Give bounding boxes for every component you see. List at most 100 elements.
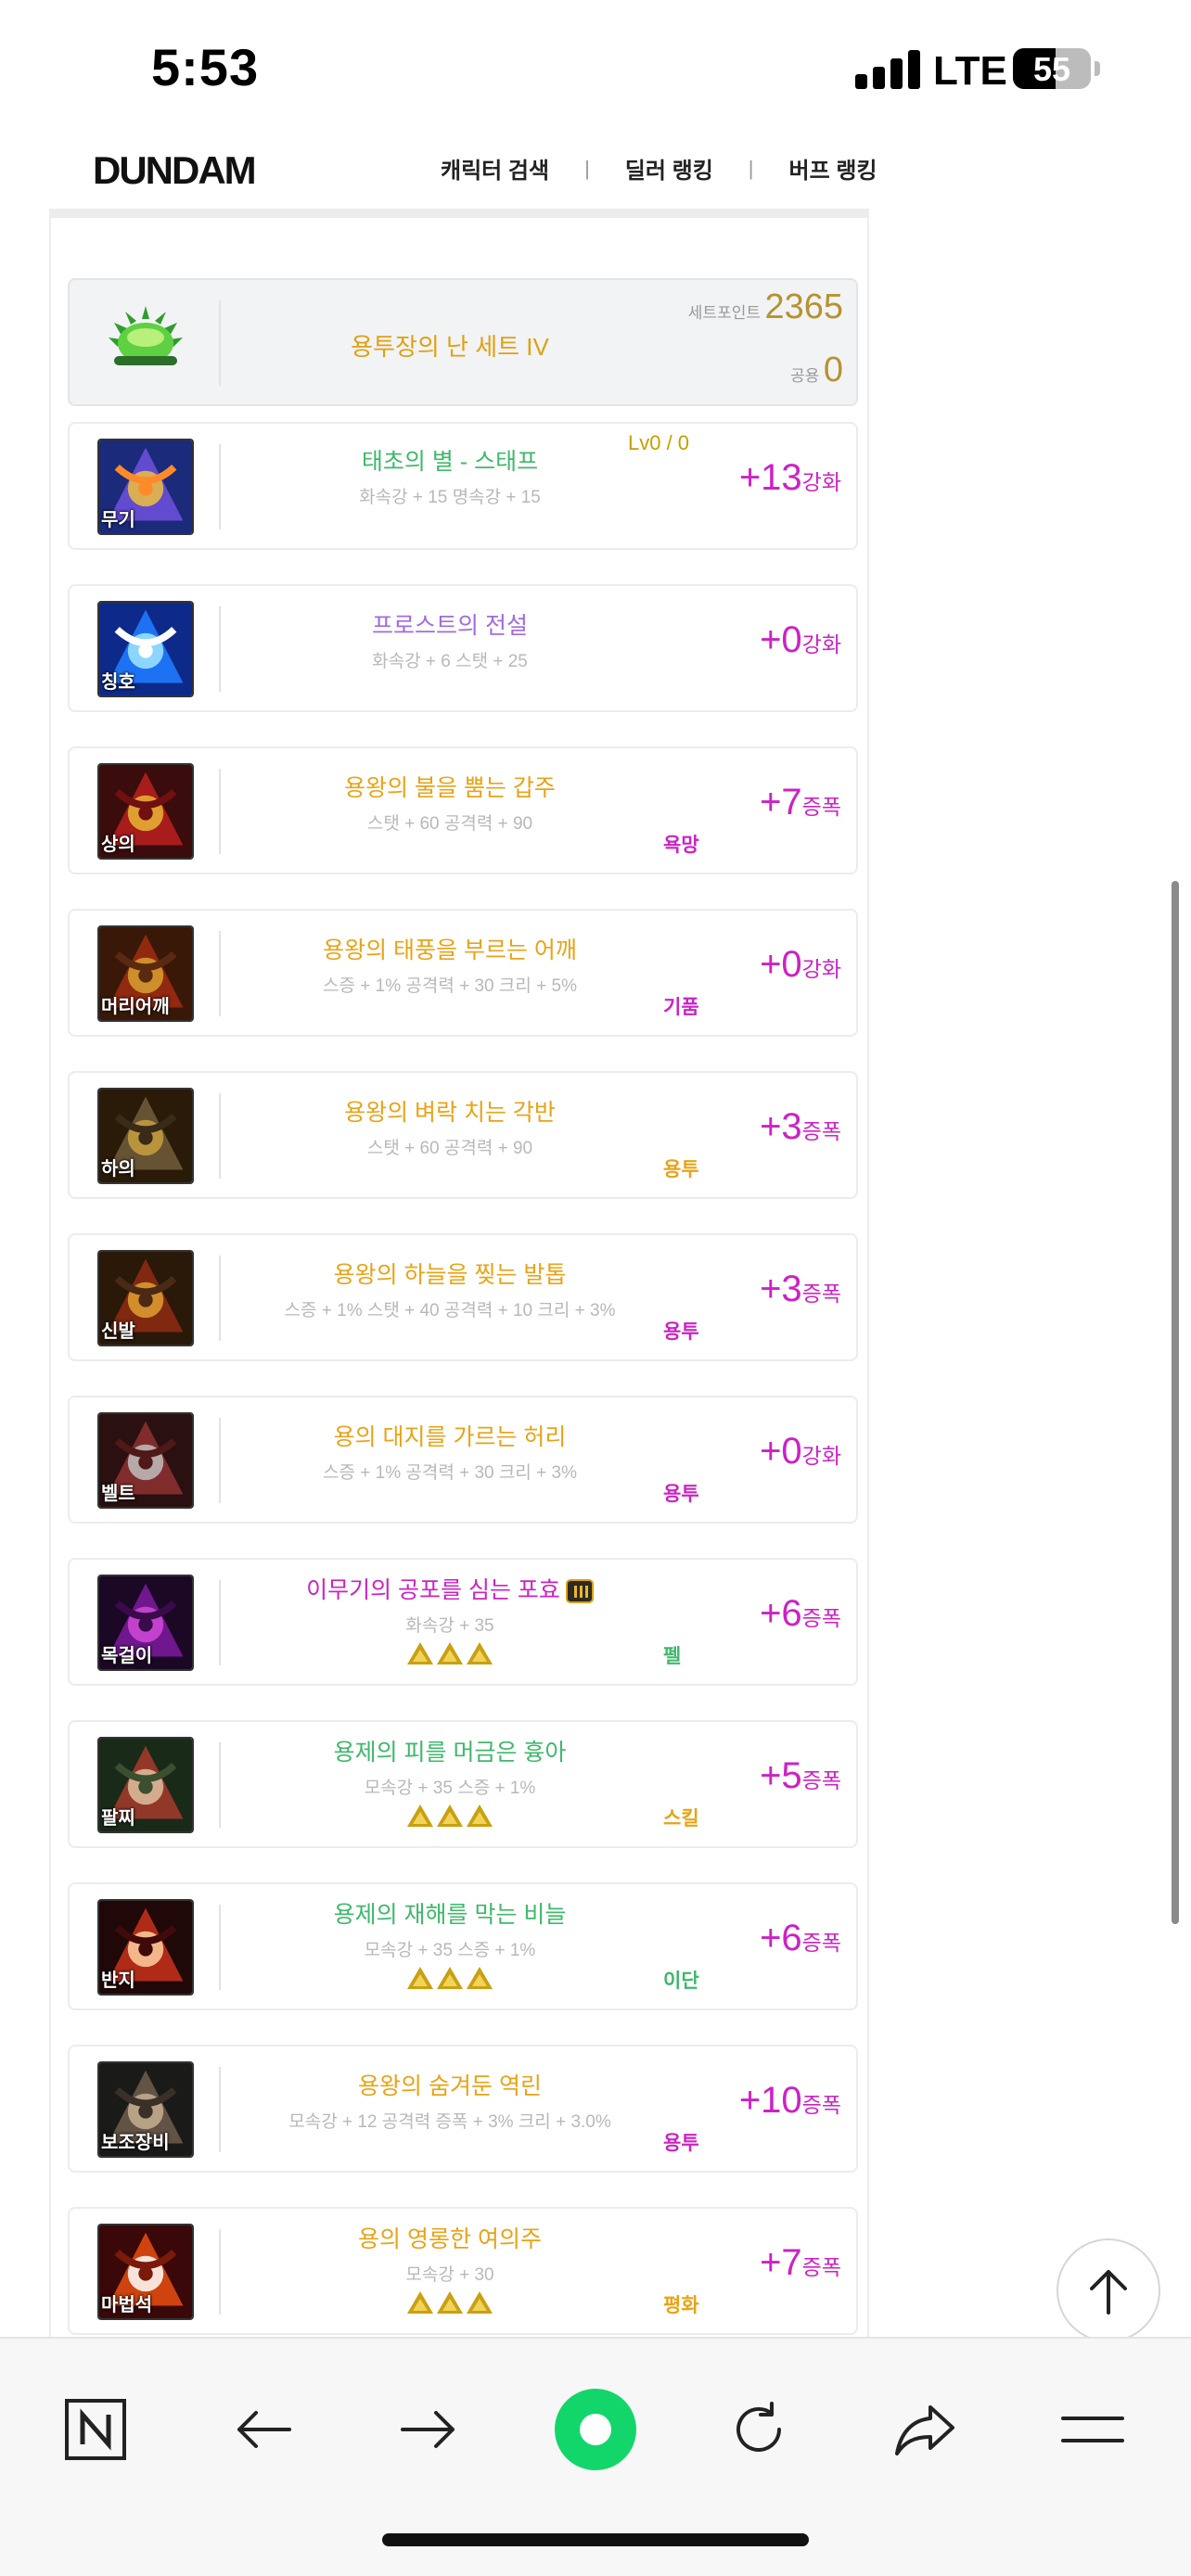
card-divider	[219, 444, 221, 529]
item-tag: 용투	[663, 1484, 699, 1505]
item-stats: 스탯 + 60 공격력 + 90	[366, 814, 533, 834]
equipment-card[interactable]: 상의 용왕의 불을 뿜는 갑주 스탯 + 60 공격력 + 90 욕망 +7증폭	[68, 746, 858, 874]
item-name: 용제의 재해를 막는 비늘	[227, 1901, 672, 1929]
item-name: 용의 대지를 가르는 허리	[227, 1423, 672, 1451]
upgrade-info: +13강화	[739, 457, 841, 499]
upgrade-type: 증폭	[801, 2255, 841, 2279]
shoes-icon: 신발	[97, 1250, 194, 1346]
top-nav: 캐릭터 검색 | 딜러 랭킹 | 버프 랭킹	[441, 152, 877, 185]
item-info: 용왕의 숨겨둔 역린 모속강 + 12 공격력 증폭 + 3% 크리 + 3.0%	[227, 2072, 672, 2133]
nav-separator: |	[584, 156, 590, 180]
triangle-icon	[467, 1642, 493, 1664]
upgrade-type: 증폭	[801, 1606, 841, 1630]
slot-label: 하의	[101, 1159, 135, 1180]
upgrade-info: +0강화	[760, 619, 841, 661]
item-stats: 화속강 + 35	[405, 1616, 494, 1636]
item-stats: 화속강 + 6 스탯 + 25	[372, 652, 528, 671]
set-name: 용투장의 난 세트 IV	[351, 333, 549, 361]
item-stats: 화속강 + 15 명속강 + 15	[359, 488, 541, 507]
equipment-card[interactable]: 무기 Lv0 / 0 태초의 별 - 스태프 화속강 + 15 명속강 + 15 +13…	[68, 422, 858, 550]
item-tag: 평화	[663, 2295, 699, 2316]
item-name: 프로스트의 전설	[227, 612, 672, 640]
back-arrow-icon[interactable]	[219, 2385, 308, 2474]
forward-arrow-icon[interactable]	[384, 2385, 473, 2474]
item-name: 용제의 피를 머금은 흉아	[227, 1739, 672, 1766]
triangle-icon	[437, 1804, 463, 1827]
nav-buff-ranking[interactable]: 버프 랭킹	[789, 152, 877, 185]
equipment-card[interactable]: 머리어깨 용왕의 태풍을 부르는 어깨스증 + 1% 공격력 + 30 크리 + …	[68, 909, 858, 1037]
item-info: 태초의 별 - 스태프화속강 + 15 명속강 + 15	[227, 448, 672, 508]
triangle-icon	[407, 2291, 433, 2314]
rating-triangles	[407, 1967, 493, 1989]
slot-label: 마법석	[101, 2295, 153, 2315]
equipment-card[interactable]: 보조장비 용왕의 숨겨둔 역린 모속강 + 12 공격력 증폭 + 3% 크리 + …	[68, 2045, 858, 2173]
set-points-value: 2365	[764, 287, 843, 326]
item-tag: 펠	[663, 1646, 682, 1667]
equipment-card[interactable]: 마법석 용의 영롱한 여의주모속강 + 30 평화 +7증폭	[68, 2207, 858, 2335]
upgrade-value: +0	[760, 1431, 802, 1472]
equipment-card[interactable]: 목걸이 이무기의 공포를 심는 포효 화속강 + 35 펠 +6증폭	[68, 1558, 858, 1686]
shoulder-icon: 머리어깨	[97, 925, 194, 1022]
naver-home-icon[interactable]	[51, 2385, 140, 2474]
site-logo[interactable]: DUNDAM	[93, 148, 257, 193]
rating-triangles	[407, 2291, 493, 2314]
triangle-icon	[407, 1967, 433, 1989]
card-divider	[219, 606, 221, 692]
slot-label: 벨트	[101, 1484, 135, 1504]
item-name-text: 용왕의 하늘을 찢는 발톱	[333, 1262, 567, 1288]
item-stats: 모속강 + 30	[405, 2265, 494, 2285]
upgrade-type: 증폭	[801, 795, 841, 819]
item-info: 프로스트의 전설화속강 + 6 스탯 + 25	[227, 612, 672, 672]
scrollbar[interactable]	[1172, 881, 1179, 1924]
item-stats: 모속강 + 35 스증 + 1%	[364, 1779, 536, 1798]
equipment-card[interactable]: 벨트 용의 대지를 가르는 허리 스증 + 1% 공격력 + 30 크리 + 3% 용…	[68, 1396, 858, 1524]
item-name: 용왕의 벼락 치는 각반	[227, 1099, 672, 1127]
item-stats: 스증 + 1% 공격력 + 30 크리 + 5%	[323, 976, 577, 996]
staff-icon: 무기	[97, 439, 194, 535]
item-info: 용왕의 불을 뿜는 갑주스탯 + 60 공격력 + 90	[227, 774, 672, 835]
equipment-card[interactable]: 반지 용제의 재해를 막는 비늘 모속강 + 35 스증 + 1% 이단 +6증폭	[68, 1882, 858, 2010]
equipment-card[interactable]: 칭호 프로스트의 전설 화속강 + 6 스탯 + 25 +0강화	[68, 584, 858, 712]
slot-label: 상의	[101, 835, 135, 855]
item-name-text: 프로스트의 전설	[372, 613, 528, 639]
item-name: 태초의 별 - 스태프	[227, 448, 672, 476]
upgrade-value: +6	[760, 1593, 802, 1634]
upgrade-value: +7	[760, 2242, 802, 2283]
set-share-value: 0	[823, 351, 843, 389]
card-divider	[219, 1905, 221, 1990]
upgrade-info: +0강화	[760, 1431, 841, 1473]
set-card[interactable]: 용투장의 난 세트 IV 세트포인트 2365 공용 0	[68, 278, 858, 406]
slot-label: 머리어깨	[101, 997, 170, 1017]
nav-character-search[interactable]: 캐릭터 검색	[441, 152, 549, 185]
item-name-text: 용왕의 불을 뿜는 갑주	[344, 775, 556, 801]
slot-label: 무기	[101, 510, 135, 530]
scroll-to-top-button[interactable]	[1057, 2238, 1160, 2342]
equipment-panel: 용투장의 난 세트 IV 세트포인트 2365 공용 0 무기 Lv0 / 0 태초…	[49, 209, 869, 2497]
nav-dealer-ranking[interactable]: 딜러 랭킹	[625, 152, 713, 185]
item-name-text: 용의 영롱한 여의주	[358, 2226, 542, 2252]
item-tag: 기품	[663, 997, 699, 1018]
equipment-card[interactable]: 신발 용왕의 하늘을 찢는 발톱 스증 + 1% 스탯 + 40 공격력 + 10 …	[68, 1233, 858, 1361]
upgrade-type: 강화	[801, 957, 841, 981]
set-points-label: 세트포인트	[687, 304, 761, 322]
item-name: 용왕의 태풍을 부르는 어깨	[227, 937, 672, 964]
item-name: 용왕의 불을 뿜는 갑주	[227, 774, 672, 802]
menu-icon[interactable]	[1048, 2385, 1137, 2474]
green-dot-icon[interactable]	[551, 2385, 640, 2474]
upgrade-type: 강화	[801, 1444, 841, 1468]
slot-label: 반지	[101, 1970, 135, 1991]
set-icon	[97, 295, 194, 391]
refresh-icon[interactable]	[714, 2385, 803, 2474]
set-share: 공용 0	[790, 351, 843, 390]
share-icon[interactable]	[881, 2385, 970, 2474]
item-info: 용왕의 벼락 치는 각반 스탯 + 60 공격력 + 90	[227, 1099, 672, 1159]
equipment-card[interactable]: 팔찌 용제의 피를 머금은 흉아 모속강 + 35 스증 + 1% 스킬 +5증폭	[68, 1720, 858, 1848]
item-stats: 모속강 + 12 공격력 증폭 + 3% 크리 + 3.0%	[288, 2112, 611, 2132]
item-info: 용제의 피를 머금은 흉아모속강 + 35 스증 + 1%	[227, 1739, 672, 1831]
nav-separator: |	[748, 156, 754, 180]
equipment-card[interactable]: 하의 용왕의 벼락 치는 각반 스탯 + 60 공격력 + 90 용투 +3증폭	[68, 1071, 858, 1199]
upgrade-type: 증폭	[801, 1119, 841, 1143]
item-info: 용왕의 하늘을 찢는 발톱 스증 + 1% 스탯 + 40 공격력 + 10 크리…	[227, 1261, 672, 1321]
panel-topbar	[51, 209, 867, 218]
upgrade-info: +0강화	[760, 944, 841, 986]
